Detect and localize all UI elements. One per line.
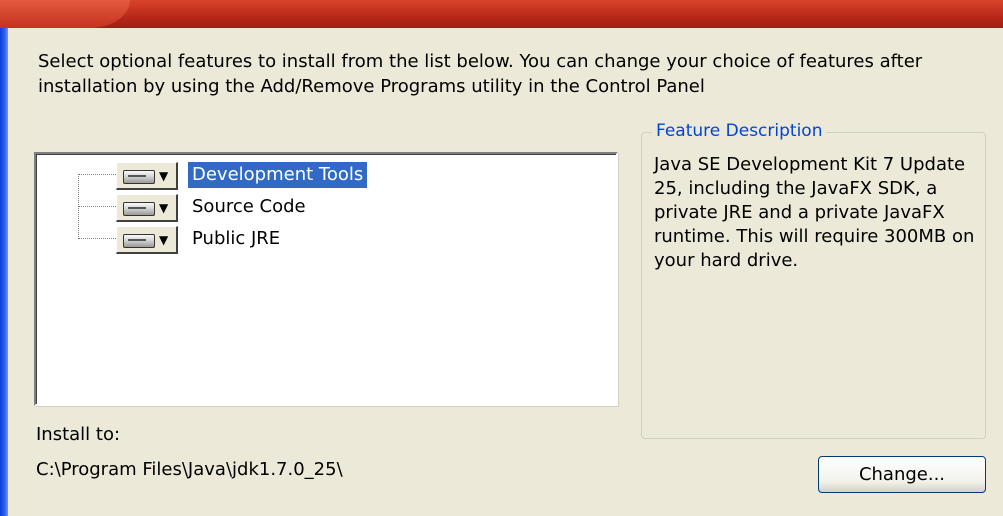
feature-label[interactable]: Public JRE	[188, 226, 284, 252]
install-to-label: Install to:	[36, 424, 121, 445]
feature-description-text: Java SE Development Kit 7 Update 25, inc…	[654, 154, 975, 271]
feature-state-dropdown[interactable]: ▼	[116, 162, 178, 190]
change-button[interactable]: Change...	[818, 456, 986, 493]
intro-text: Select optional features to install from…	[38, 51, 923, 97]
feature-tree[interactable]: ▼ Development Tools ▼ Source Code ▼ Publ…	[34, 152, 618, 406]
hard-drive-icon	[123, 170, 155, 184]
feature-label[interactable]: Development Tools	[188, 162, 368, 188]
hard-drive-icon	[123, 202, 155, 216]
feature-description-title: Feature Description	[652, 120, 827, 142]
title-bar-decoration	[0, 0, 130, 28]
window-title-bar	[0, 0, 1003, 28]
feature-description-group: Feature Description Java SE Development …	[641, 120, 986, 439]
feature-label[interactable]: Source Code	[188, 194, 310, 220]
tree-branch-line	[78, 206, 116, 207]
window-left-border	[0, 28, 8, 516]
tree-branch-line	[78, 238, 116, 239]
dropdown-arrow-icon: ▼	[159, 169, 169, 183]
dropdown-arrow-icon: ▼	[159, 233, 169, 247]
install-path: C:\Program Files\Java\jdk1.7.0_25\	[36, 459, 343, 480]
feature-state-dropdown[interactable]: ▼	[116, 226, 178, 254]
hard-drive-icon	[123, 234, 155, 248]
dropdown-arrow-icon: ▼	[159, 201, 169, 215]
tree-branch-line	[78, 174, 116, 175]
feature-state-dropdown[interactable]: ▼	[116, 194, 178, 222]
